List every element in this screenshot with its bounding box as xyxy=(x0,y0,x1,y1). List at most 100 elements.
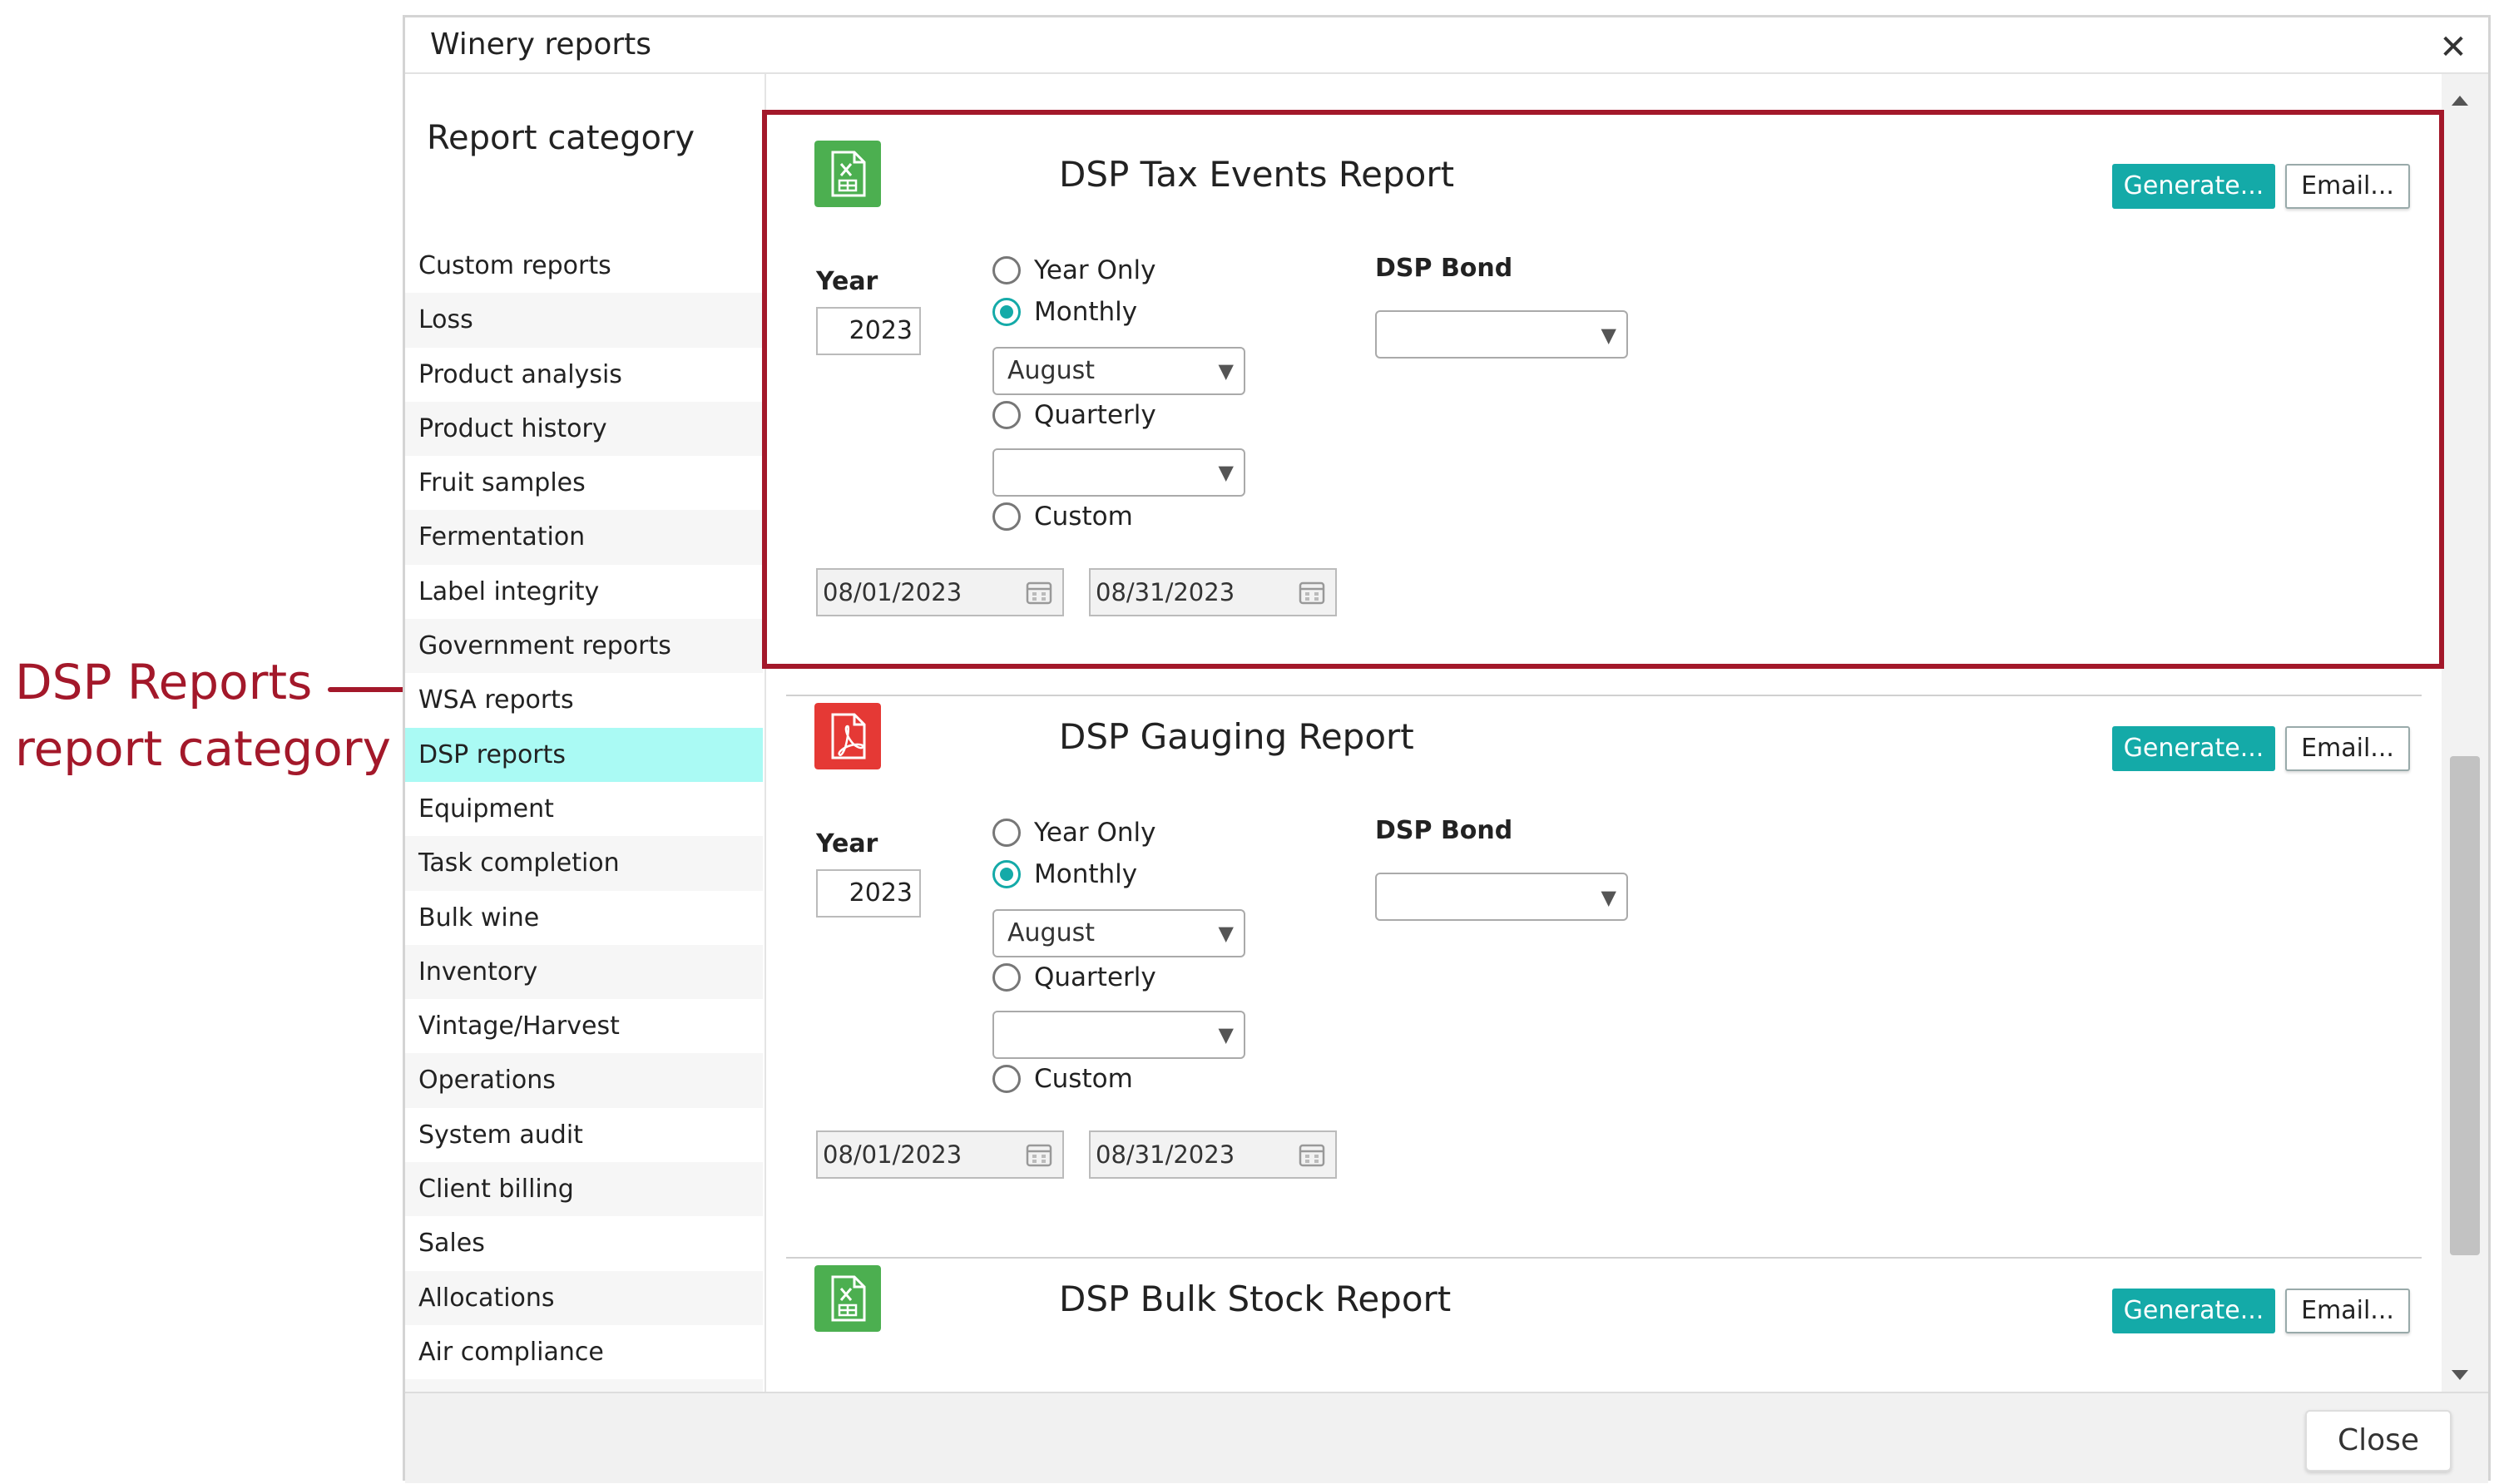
close-button[interactable]: Close xyxy=(2305,1410,2452,1472)
dsp-bond-select[interactable]: ▼ xyxy=(1375,873,1628,921)
generate-button[interactable]: Generate... xyxy=(2112,1289,2275,1333)
calendar-icon[interactable] xyxy=(1299,1142,1325,1167)
annotation-line1: DSP Reports xyxy=(15,654,313,710)
report-category-sidebar: Report category Custom reports Loss Prod… xyxy=(405,74,763,1434)
email-button[interactable]: Email... xyxy=(2285,726,2410,771)
radio-year-only[interactable]: Year Only xyxy=(992,254,1156,287)
radio-custom[interactable]: Custom xyxy=(992,500,1133,533)
radio-label: Monthly xyxy=(1034,859,1138,889)
excel-file-icon xyxy=(814,141,881,207)
radio-button[interactable] xyxy=(992,256,1021,284)
chevron-down-icon: ▼ xyxy=(1218,1023,1234,1046)
sidebar-item-fermentation[interactable]: Fermentation xyxy=(405,510,763,565)
excel-file-icon xyxy=(814,1265,881,1332)
category-list: Custom reports Loss Product analysis Pro… xyxy=(405,239,763,1434)
dsp-bond-select[interactable]: ▼ xyxy=(1375,310,1628,359)
generate-button[interactable]: Generate... xyxy=(2112,164,2275,209)
calendar-icon[interactable] xyxy=(1299,580,1325,605)
sidebar-item-loss[interactable]: Loss xyxy=(405,293,763,348)
radio-button[interactable] xyxy=(992,401,1021,429)
sidebar-item-task-completion[interactable]: Task completion xyxy=(405,836,763,891)
sidebar-item-government-reports[interactable]: Government reports xyxy=(405,619,763,674)
radio-label: Custom xyxy=(1034,502,1133,532)
dialog-footer: Close xyxy=(405,1392,2488,1483)
report-dsp-bulk-stock: DSP Bulk Stock Report Generate... Email.… xyxy=(766,1240,2423,1392)
month-select-value: August xyxy=(1007,918,1095,947)
month-select[interactable]: August ▼ xyxy=(992,347,1245,395)
report-title: DSP Tax Events Report xyxy=(1059,154,1455,195)
quarter-select[interactable]: ▼ xyxy=(992,448,1245,497)
radio-button[interactable] xyxy=(992,1065,1021,1093)
radio-button[interactable] xyxy=(992,502,1021,531)
radio-quarterly[interactable]: Quarterly xyxy=(992,398,1156,432)
annotation-line2: report category xyxy=(15,720,391,777)
sidebar-item-system-audit[interactable]: System audit xyxy=(405,1108,763,1162)
close-icon[interactable]: ✕ xyxy=(2437,31,2470,64)
sidebar-item-product-analysis[interactable]: Product analysis xyxy=(405,348,763,402)
radio-monthly[interactable]: Monthly xyxy=(992,858,1137,891)
quarter-select[interactable]: ▼ xyxy=(992,1011,1245,1059)
report-title: DSP Bulk Stock Report xyxy=(1059,1279,1452,1319)
radio-monthly[interactable]: Monthly xyxy=(992,295,1137,329)
sidebar-item-allocations[interactable]: Allocations xyxy=(405,1270,763,1325)
sidebar-item-label-integrity[interactable]: Label integrity xyxy=(405,565,763,619)
start-date-input[interactable]: 08/01/2023 xyxy=(816,568,1064,616)
radio-button-checked[interactable] xyxy=(992,860,1021,888)
email-button[interactable]: Email... xyxy=(2285,1289,2410,1333)
chevron-down-icon: ▼ xyxy=(1218,461,1234,484)
radio-quarterly[interactable]: Quarterly xyxy=(992,961,1156,994)
radio-label: Year Only xyxy=(1034,818,1156,848)
radio-button[interactable] xyxy=(992,819,1021,847)
report-dsp-gauging: DSP Gauging Report Generate... Email... … xyxy=(766,678,2423,1240)
chevron-down-icon: ▼ xyxy=(1601,324,1616,347)
sidebar-item-air-compliance[interactable]: Air compliance xyxy=(405,1325,763,1379)
radio-label: Monthly xyxy=(1034,297,1138,327)
vertical-scrollbar[interactable] xyxy=(2442,74,2488,1392)
dialog-titlebar: Winery reports ✕ xyxy=(405,17,2488,74)
end-date-value: 08/31/2023 xyxy=(1096,1140,1235,1169)
sidebar-item-vintage-harvest[interactable]: Vintage/Harvest xyxy=(405,999,763,1053)
calendar-icon[interactable] xyxy=(1026,580,1052,605)
radio-year-only[interactable]: Year Only xyxy=(992,816,1156,849)
year-input[interactable]: 2023 xyxy=(816,307,921,355)
month-select-value: August xyxy=(1007,356,1095,385)
start-date-value: 08/01/2023 xyxy=(823,578,962,606)
email-button[interactable]: Email... xyxy=(2285,164,2410,209)
start-date-input[interactable]: 08/01/2023 xyxy=(816,1130,1064,1179)
reports-panel: DSP Tax Events Report Generate... Email.… xyxy=(765,74,2440,1392)
radio-label: Quarterly xyxy=(1034,962,1156,992)
sidebar-item-operations[interactable]: Operations xyxy=(405,1053,763,1108)
start-date-value: 08/01/2023 xyxy=(823,1140,962,1169)
chevron-down-icon: ▼ xyxy=(1218,922,1234,945)
end-date-input[interactable]: 08/31/2023 xyxy=(1089,568,1337,616)
annotation-callout: DSP Reports report category xyxy=(15,649,391,782)
end-date-input[interactable]: 08/31/2023 xyxy=(1089,1130,1337,1179)
year-label: Year xyxy=(816,829,878,858)
pdf-file-icon xyxy=(814,703,881,769)
sidebar-item-equipment[interactable]: Equipment xyxy=(405,782,763,836)
radio-label: Quarterly xyxy=(1034,400,1156,430)
generate-button[interactable]: Generate... xyxy=(2112,726,2275,771)
winery-reports-dialog: Winery reports ✕ Report category Custom … xyxy=(403,15,2491,1483)
chevron-down-icon: ▼ xyxy=(1218,359,1234,383)
calendar-icon[interactable] xyxy=(1026,1142,1052,1167)
report-title: DSP Gauging Report xyxy=(1059,716,1414,757)
scroll-up-arrow-icon[interactable] xyxy=(2452,96,2468,106)
scrollbar-thumb[interactable] xyxy=(2450,756,2480,1255)
sidebar-item-fruit-samples[interactable]: Fruit samples xyxy=(405,456,763,510)
radio-custom[interactable]: Custom xyxy=(992,1062,1133,1096)
month-select[interactable]: August ▼ xyxy=(992,909,1245,957)
sidebar-item-sales[interactable]: Sales xyxy=(405,1216,763,1270)
sidebar-item-inventory[interactable]: Inventory xyxy=(405,944,763,1000)
sidebar-item-client-billing[interactable]: Client billing xyxy=(405,1162,763,1217)
radio-button-checked[interactable] xyxy=(992,298,1021,326)
chevron-down-icon: ▼ xyxy=(1601,886,1616,909)
sidebar-item-wsa-reports[interactable]: WSA reports xyxy=(405,673,763,727)
sidebar-item-bulk-wine[interactable]: Bulk wine xyxy=(405,891,763,945)
scroll-down-arrow-icon[interactable] xyxy=(2452,1370,2468,1380)
sidebar-item-product-history[interactable]: Product history xyxy=(405,401,763,457)
year-input[interactable]: 2023 xyxy=(816,869,921,918)
sidebar-item-dsp-reports[interactable]: DSP reports xyxy=(405,727,763,782)
sidebar-item-custom-reports[interactable]: Custom reports xyxy=(405,239,763,293)
radio-button[interactable] xyxy=(992,963,1021,992)
